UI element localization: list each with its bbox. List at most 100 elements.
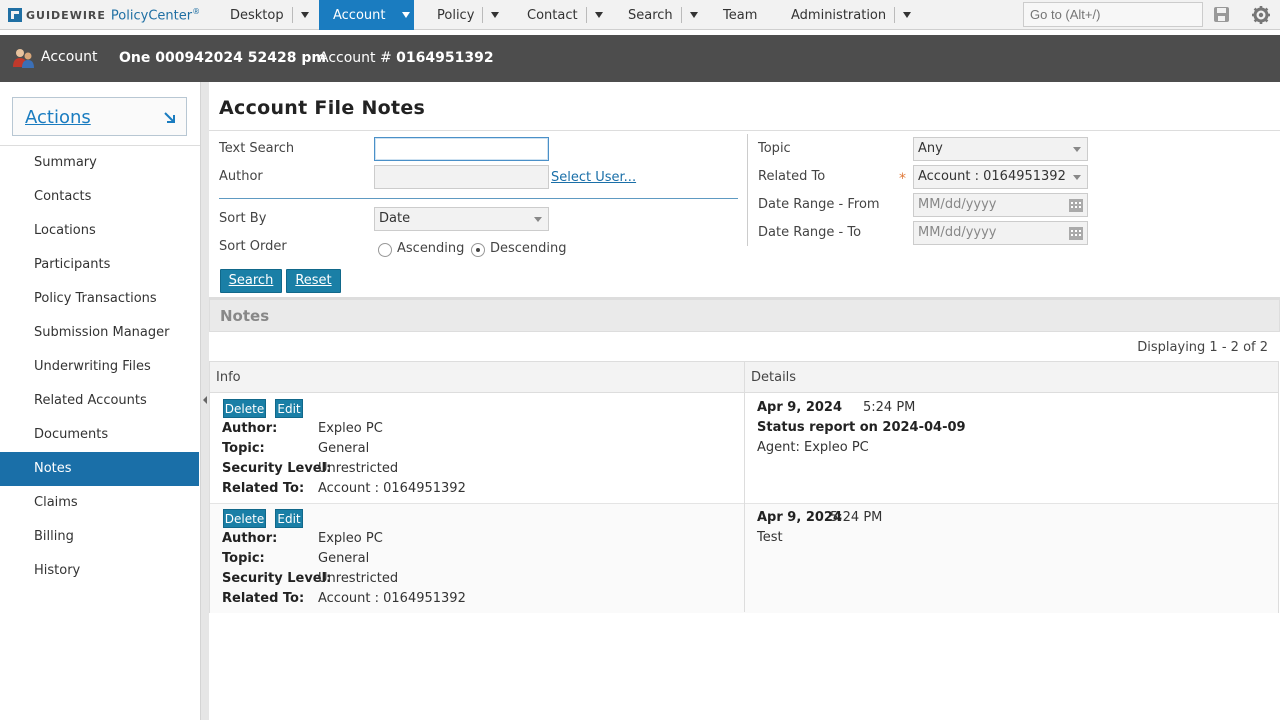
sidebar-item-related-accounts[interactable]: Related Accounts — [0, 384, 199, 418]
sidebar-item-policy-transactions[interactable]: Policy Transactions — [0, 282, 199, 316]
author-value: Expleo PC — [318, 421, 383, 436]
sidebar-item-documents[interactable]: Documents — [0, 418, 199, 452]
search-button[interactable]: Search — [220, 269, 282, 293]
notes-table: Info Details Delete Edit Author: Expleo … — [209, 361, 1279, 613]
sidebar-item-participants[interactable]: Participants — [0, 248, 199, 282]
descending-label: Descending — [490, 241, 567, 256]
chevron-down-icon — [1073, 147, 1081, 152]
divider — [747, 134, 748, 246]
reset-button[interactable]: Reset — [286, 269, 341, 293]
text-search-label: Text Search — [219, 141, 295, 156]
security-key: Security Level: — [222, 461, 332, 476]
chevron-down-icon[interactable] — [300, 12, 309, 18]
related-value: Account : 0164951392 — [318, 481, 466, 496]
divider — [209, 130, 1280, 131]
author-label: Author — [219, 169, 263, 184]
sort-by-label: Sort By — [219, 211, 267, 226]
ascending-label: Ascending — [397, 241, 465, 256]
nav-account[interactable]: Account — [319, 0, 414, 30]
account-label: Account — [41, 49, 98, 65]
notes-title: Notes — [220, 307, 270, 325]
sidebar-item-underwriting-files[interactable]: Underwriting Files — [0, 350, 199, 384]
note-time: 5:24 PM — [863, 400, 916, 415]
nav-search[interactable]: Search — [628, 0, 698, 30]
sidebar-item-history[interactable]: History — [0, 554, 199, 588]
related-to-select[interactable]: Account : 0164951392 — [913, 165, 1088, 189]
topic-value: General — [318, 551, 370, 566]
calendar-icon[interactable] — [1068, 197, 1084, 213]
author-input[interactable] — [374, 165, 549, 189]
column-header-details[interactable]: Details — [751, 370, 796, 385]
edit-button[interactable]: Edit — [275, 399, 303, 418]
chevron-down-icon[interactable] — [903, 12, 912, 18]
sidebar-item-locations[interactable]: Locations — [0, 214, 199, 248]
nav-policy[interactable]: Policy — [437, 0, 500, 30]
security-value: Unrestricted — [318, 461, 399, 476]
sidebar-item-contacts[interactable]: Contacts — [0, 180, 199, 214]
account-number: Account # 0164951392 — [319, 50, 494, 66]
edit-button[interactable]: Edit — [275, 509, 303, 528]
topic-select[interactable]: Any — [913, 137, 1088, 161]
divider — [219, 198, 738, 199]
sidebar-item-billing[interactable]: Billing — [0, 520, 199, 554]
sidebar-item-notes[interactable]: Notes — [0, 452, 199, 486]
note-date: Apr 9, 2024 — [757, 400, 842, 415]
required-icon: * — [899, 171, 906, 187]
sidebar-splitter[interactable] — [200, 82, 209, 720]
sidebar: Actions Summary Contacts Locations Parti… — [0, 82, 200, 720]
chevron-down-icon[interactable] — [594, 12, 603, 18]
descending-radio[interactable] — [471, 243, 485, 257]
gear-icon[interactable] — [1251, 5, 1271, 25]
displaying-count: Displaying 1 - 2 of 2 — [1137, 340, 1268, 355]
topic-value: General — [318, 441, 370, 456]
nav-contact[interactable]: Contact — [527, 0, 603, 30]
date-from-input[interactable]: MM/dd/yyyy — [913, 193, 1088, 217]
logo-product: PolicyCenter® — [110, 6, 201, 24]
note-body: Agent: Expleo PC — [757, 440, 869, 455]
sort-order-label: Sort Order — [219, 239, 287, 254]
nav-desktop[interactable]: Desktop — [230, 0, 309, 30]
chevron-down-icon[interactable] — [491, 12, 500, 18]
chevron-down-icon — [1073, 175, 1081, 180]
nav-administration[interactable]: Administration — [791, 0, 912, 30]
top-nav: GUIDEWIRE PolicyCenter® Desktop Account … — [0, 0, 1280, 30]
topic-key: Topic: — [222, 551, 265, 566]
guidewire-logo: GUIDEWIRE PolicyCenter® — [8, 6, 200, 24]
date-from-label: Date Range - From — [758, 197, 880, 212]
sidebar-item-claims[interactable]: Claims — [0, 486, 199, 520]
related-key: Related To: — [222, 481, 305, 496]
calendar-icon[interactable] — [1068, 225, 1084, 241]
delete-button[interactable]: Delete — [223, 509, 266, 528]
chevron-down-icon[interactable] — [689, 12, 698, 18]
logo-brand: GUIDEWIRE — [26, 8, 106, 22]
delete-button[interactable]: Delete — [223, 399, 266, 418]
note-body: Test — [757, 530, 783, 545]
topic-key: Topic: — [222, 441, 265, 456]
sort-by-select[interactable]: Date — [374, 207, 549, 231]
sidebar-item-submission-manager[interactable]: Submission Manager — [0, 316, 199, 350]
collapse-left-icon[interactable] — [203, 396, 207, 404]
nav-team[interactable]: Team — [723, 0, 757, 30]
topic-label: Topic — [758, 141, 791, 156]
column-divider — [744, 362, 745, 612]
author-value: Expleo PC — [318, 531, 383, 546]
text-search-input[interactable] — [374, 137, 549, 161]
save-icon[interactable] — [1214, 7, 1229, 22]
guidewire-logo-icon — [8, 8, 22, 22]
ascending-radio[interactable] — [378, 243, 392, 257]
select-user-link[interactable]: Select User... — [551, 170, 636, 185]
column-header-info[interactable]: Info — [216, 370, 241, 385]
account-header: Account One 000942024 52428 pm Account #… — [0, 35, 1280, 82]
sidebar-item-summary[interactable]: Summary — [0, 146, 199, 180]
arrow-down-right-icon — [164, 112, 175, 123]
security-key: Security Level: — [222, 571, 332, 586]
goto-input[interactable] — [1023, 2, 1203, 27]
account-icon — [13, 49, 34, 68]
note-time: 5:24 PM — [830, 510, 883, 525]
notes-section-header: Notes — [209, 299, 1280, 332]
actions-button[interactable]: Actions — [12, 97, 187, 136]
related-to-label: Related To — [758, 169, 826, 184]
date-to-input[interactable]: MM/dd/yyyy — [913, 221, 1088, 245]
date-to-label: Date Range - To — [758, 225, 862, 240]
chevron-down-icon[interactable] — [401, 12, 410, 18]
